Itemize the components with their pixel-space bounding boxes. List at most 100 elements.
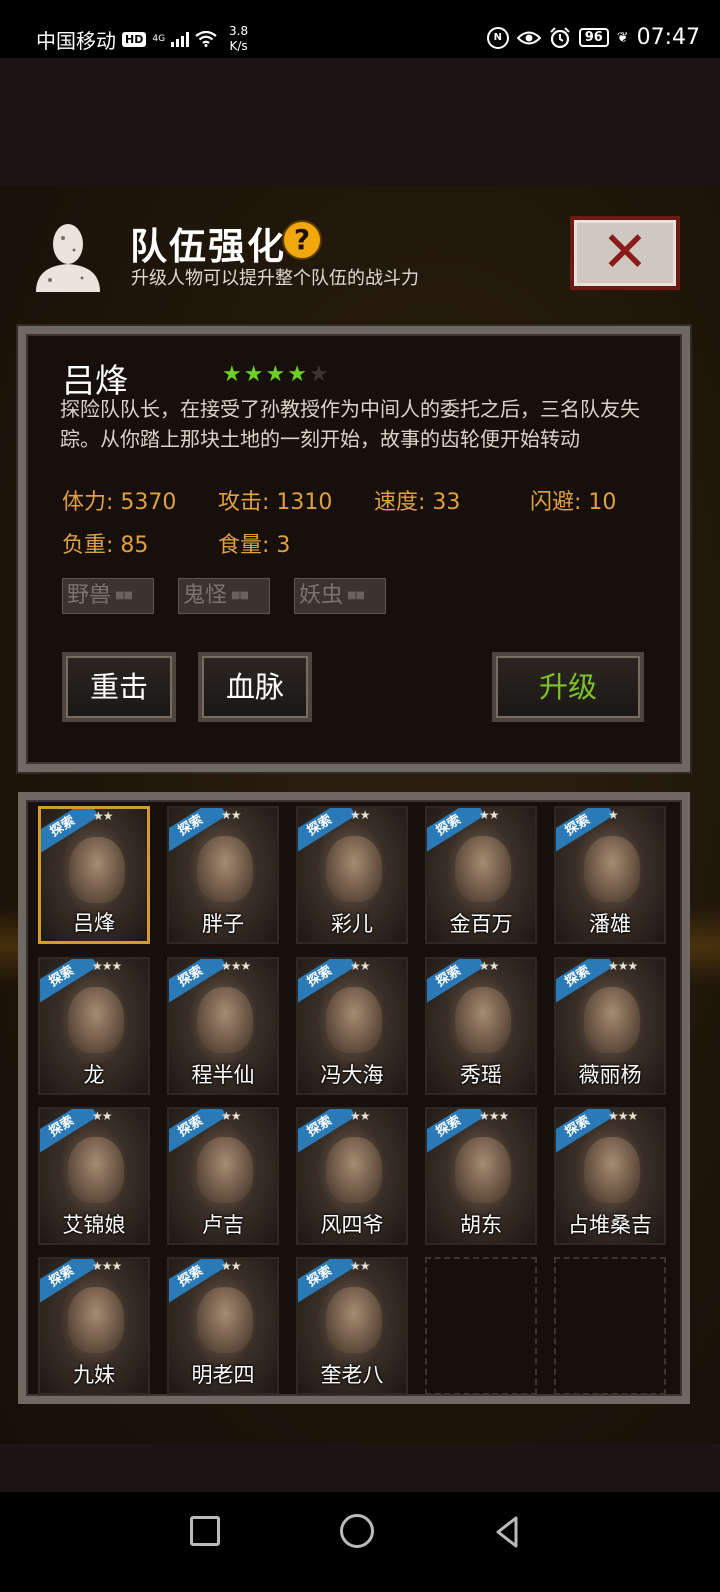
empty-character-slot bbox=[554, 1257, 666, 1395]
tag-beast[interactable]: 野兽 ■■ bbox=[62, 578, 154, 614]
character-name: 金百万 bbox=[449, 912, 513, 936]
character-portrait bbox=[455, 836, 511, 902]
character-name: 艾锦娘 bbox=[62, 1213, 126, 1237]
character-portrait bbox=[197, 987, 253, 1053]
character-card[interactable]: 探索 ★★ 艾锦娘 bbox=[38, 1107, 150, 1245]
hero-star-rating: ★ ★ ★ ★ ★ bbox=[222, 364, 329, 386]
profile-silhouette-icon bbox=[30, 220, 106, 292]
character-star-rating: ★★ bbox=[221, 808, 241, 822]
clock: 07:47 bbox=[636, 25, 700, 50]
character-card[interactable]: 探索 ★★ 秀瑶 bbox=[425, 957, 537, 1095]
tag-level-icon: ■■ bbox=[347, 590, 365, 601]
top-background bbox=[0, 58, 720, 186]
character-portrait bbox=[326, 1137, 382, 1203]
battery-indicator: 96 bbox=[578, 28, 609, 47]
star-filled-icon: ★ bbox=[265, 362, 286, 387]
character-name: 卢吉 bbox=[202, 1213, 244, 1237]
character-card[interactable]: 探索 ★★ 奎老八 bbox=[296, 1257, 408, 1395]
character-name: 占堆桑吉 bbox=[568, 1213, 652, 1237]
star-filled-icon: ★ bbox=[243, 362, 264, 387]
character-star-rating: ★★ bbox=[350, 808, 370, 822]
character-star-rating: ★★ bbox=[92, 1109, 112, 1123]
character-name: 奎老八 bbox=[320, 1363, 384, 1387]
stat-load: 负重: 85 bbox=[62, 533, 149, 558]
character-star-rating: ★★★ bbox=[479, 1109, 509, 1123]
character-portrait bbox=[197, 836, 253, 902]
speed-value: 3.8 bbox=[229, 24, 249, 38]
character-portrait bbox=[197, 1137, 253, 1203]
character-name: 九妹 bbox=[73, 1363, 115, 1387]
character-star-rating: ★★ bbox=[221, 1259, 241, 1273]
character-card[interactable]: 探索 ★★ 卢吉 bbox=[167, 1107, 279, 1245]
character-card[interactable]: 探索 ★★★ 占堆桑吉 bbox=[554, 1107, 666, 1245]
character-portrait bbox=[326, 987, 382, 1053]
character-card[interactable]: 探索 ★★ 彩儿 bbox=[296, 806, 408, 944]
signal-icon bbox=[171, 31, 190, 47]
character-portrait bbox=[68, 1137, 124, 1203]
character-name: 潘雄 bbox=[589, 912, 631, 936]
character-card[interactable]: 探索 ★★ 金百万 bbox=[425, 806, 537, 944]
character-star-rating: ★★★ bbox=[92, 959, 122, 973]
character-card[interactable]: 探索 ★★★ 九妹 bbox=[38, 1257, 150, 1395]
stat-speed: 速度: 33 bbox=[374, 490, 461, 515]
character-name: 冯大海 bbox=[320, 1063, 384, 1087]
tag-insect[interactable]: 妖虫 ■■ bbox=[294, 578, 386, 614]
character-star-rating: ★★★ bbox=[92, 1259, 122, 1273]
character-portrait bbox=[326, 836, 382, 902]
carrier-name: 中国移动 bbox=[36, 28, 116, 53]
tag-beast-label: 野兽 bbox=[67, 583, 112, 608]
tag-ghost[interactable]: 鬼怪 ■■ bbox=[178, 578, 270, 614]
stat-dodge: 闪避: 10 bbox=[530, 490, 617, 515]
character-portrait bbox=[584, 836, 640, 902]
close-button[interactable]: ✕ bbox=[570, 216, 680, 290]
character-portrait bbox=[455, 987, 511, 1053]
character-card[interactable]: 探索 ★★ 明老四 bbox=[167, 1257, 279, 1395]
stat-food: 食量: 3 bbox=[218, 533, 291, 558]
character-card[interactable]: 探索 ★★ 风四爷 bbox=[296, 1107, 408, 1245]
page-subtitle: 升级人物可以提升整个队伍的战斗力 bbox=[131, 268, 419, 289]
network-speed: 3.8 K/s bbox=[229, 24, 248, 54]
star-empty-icon: ★ bbox=[308, 362, 329, 387]
heavy-strike-button[interactable]: 重击 bbox=[62, 652, 176, 722]
hero-info-panel: 吕烽 ★ ★ ★ ★ ★ 探险队队长，在接受了孙教授作为中间人的委托之后，三名队友失踪。… bbox=[18, 326, 690, 772]
alarm-icon bbox=[549, 26, 571, 49]
character-portrait bbox=[584, 987, 640, 1053]
tag-level-icon: ■■ bbox=[231, 590, 249, 601]
home-button[interactable] bbox=[340, 1514, 374, 1548]
character-card[interactable]: 探索 ★★ 胖子 bbox=[167, 806, 279, 944]
recent-apps-button[interactable] bbox=[190, 1516, 220, 1546]
tag-insect-label: 妖虫 bbox=[299, 583, 344, 608]
hd-badge: HD bbox=[122, 31, 147, 47]
hero-description: 探险队队长，在接受了孙教授作为中间人的委托之后，三名队友失踪。从你踏上那块土地的… bbox=[60, 397, 640, 451]
character-star-rating: ★ bbox=[608, 808, 619, 822]
character-card[interactable]: 探索 ★★★ 龙 bbox=[38, 957, 150, 1095]
character-portrait bbox=[69, 837, 125, 903]
back-button[interactable] bbox=[488, 1512, 528, 1552]
character-star-rating: ★★ bbox=[350, 959, 370, 973]
character-name: 风四爷 bbox=[320, 1213, 384, 1237]
character-card[interactable]: 探索 ★★★ 薇丽杨 bbox=[554, 957, 666, 1095]
character-portrait bbox=[68, 1287, 124, 1353]
upgrade-button[interactable]: 升级 bbox=[492, 652, 644, 722]
character-star-rating: ★★★ bbox=[221, 959, 251, 973]
speed-unit: K/s bbox=[229, 39, 248, 53]
character-card[interactable]: 探索 ★★ 冯大海 bbox=[296, 957, 408, 1095]
character-name: 彩儿 bbox=[331, 912, 373, 936]
character-name: 胖子 bbox=[202, 912, 244, 936]
stat-hp: 体力: 5370 bbox=[62, 490, 177, 515]
character-card[interactable]: 探索 ★★ 吕烽 bbox=[38, 806, 150, 944]
character-name: 龙 bbox=[83, 1063, 105, 1087]
character-star-rating: ★★ bbox=[350, 1109, 370, 1123]
status-bar: 中国移动 HD 4G 3.8 K/s N 96 ❦ 07:47 bbox=[0, 0, 720, 58]
empty-character-slot bbox=[425, 1257, 537, 1395]
network-type: 4G bbox=[152, 34, 166, 44]
character-name: 明老四 bbox=[191, 1363, 255, 1387]
character-card[interactable]: 探索 ★★★ 程半仙 bbox=[167, 957, 279, 1095]
team-upgrade-panel: 队伍强化 ? 升级人物可以提升整个队伍的战斗力 ✕ 吕烽 ★ ★ ★ ★ ★ 探险队队长… bbox=[0, 186, 720, 1444]
character-card[interactable]: 探索 ★ 潘雄 bbox=[554, 806, 666, 944]
bloodline-button[interactable]: 血脉 bbox=[198, 652, 312, 722]
wifi-icon bbox=[195, 30, 217, 47]
character-card[interactable]: 探索 ★★★ 胡东 bbox=[425, 1107, 537, 1245]
help-icon[interactable]: ? bbox=[282, 220, 322, 260]
stat-attack: 攻击: 1310 bbox=[218, 490, 333, 515]
